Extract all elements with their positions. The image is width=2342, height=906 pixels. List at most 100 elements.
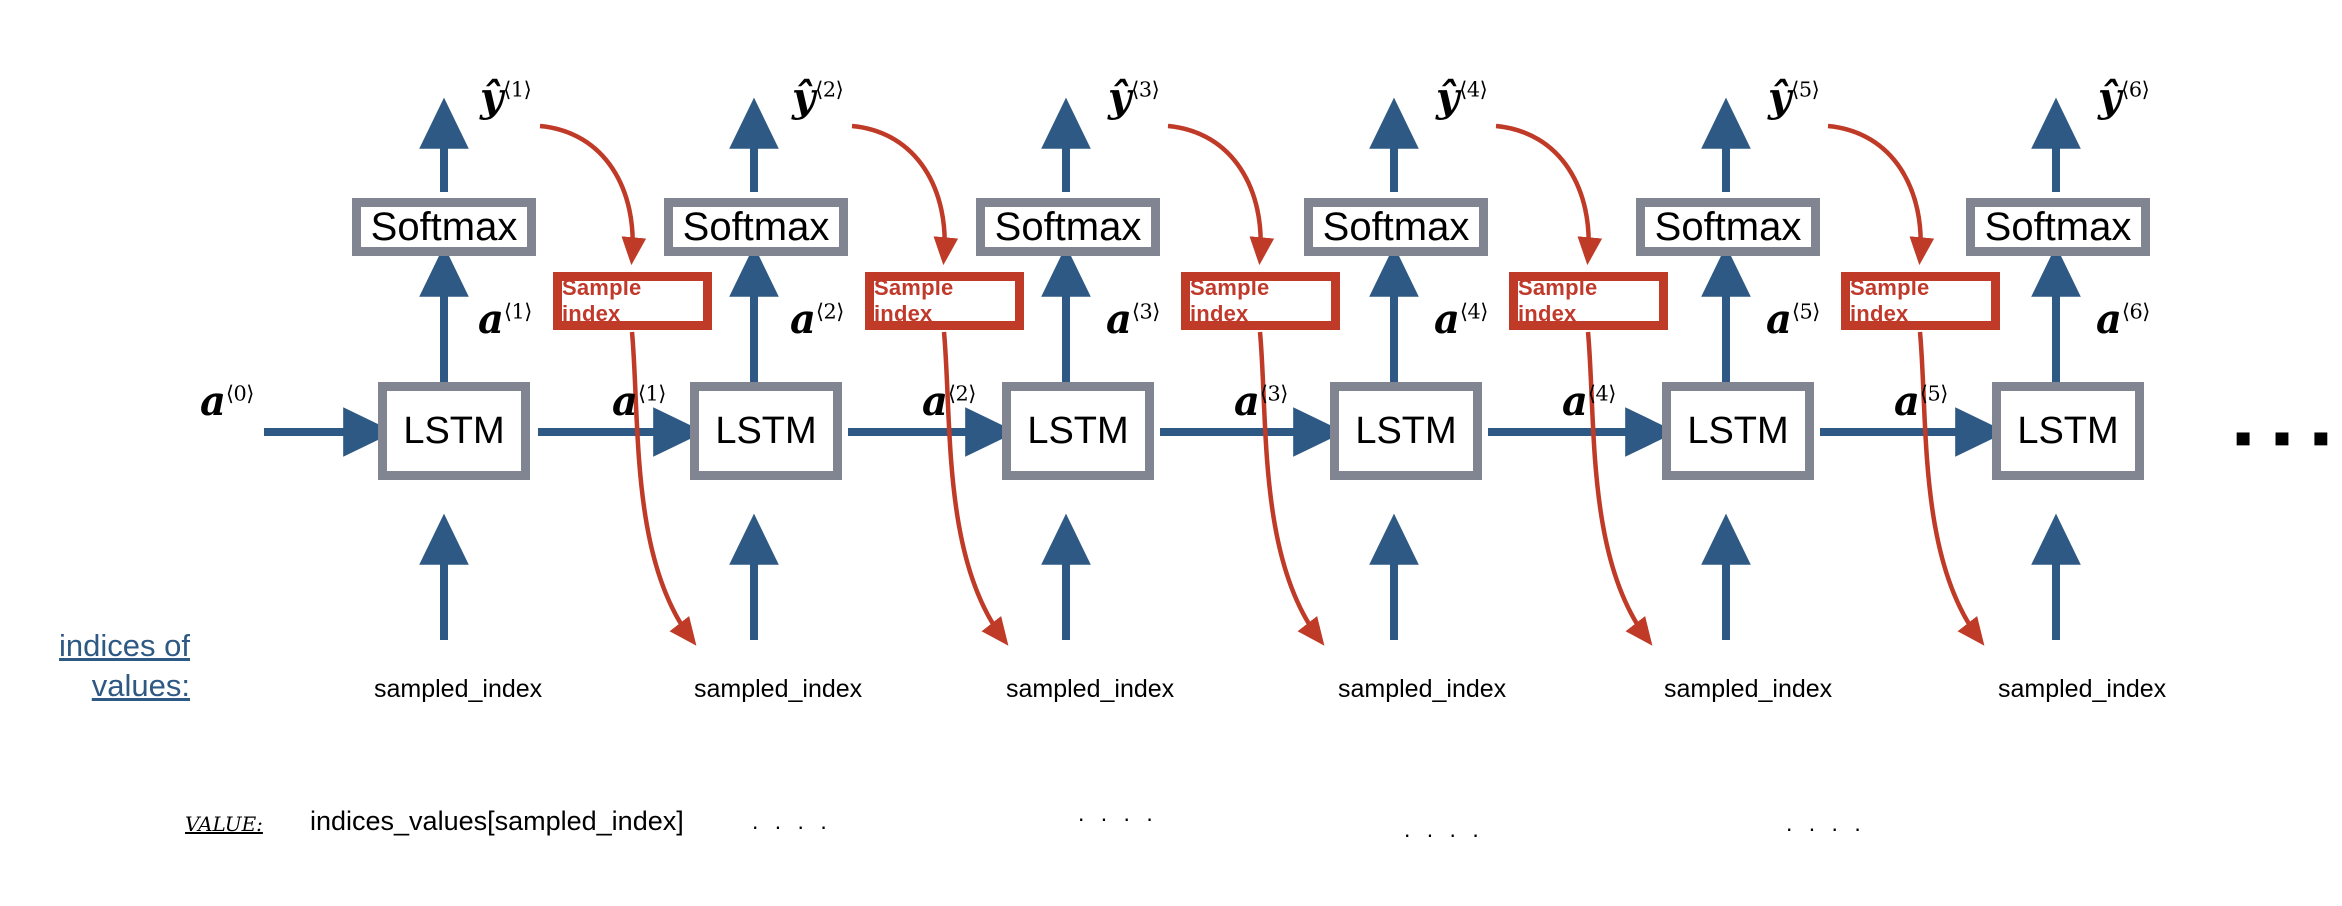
a-superscript: ⟨4⟩ bbox=[1459, 299, 1488, 324]
softmax-box-4[interactable]: Softmax bbox=[1304, 198, 1488, 256]
sampled-index-label-2: sampled_index bbox=[694, 676, 862, 702]
connectors-layer bbox=[264, 97, 2081, 646]
a-base: a bbox=[1234, 378, 1260, 425]
sample-index-label: Sample index bbox=[874, 275, 954, 326]
redcurve-yhat5-to-sample5 bbox=[1827, 123, 1935, 266]
yhat-superscript: ⟨3⟩ bbox=[1131, 77, 1160, 102]
sample-index-box-2[interactable]: Sample index bbox=[865, 272, 1024, 330]
sample-index-label: Sample index bbox=[562, 275, 642, 326]
yhat-label-4: ŷ⟨4⟩ bbox=[1436, 77, 1488, 118]
yhat-base: ŷ bbox=[480, 74, 504, 121]
sample-index-box-4[interactable]: Sample index bbox=[1509, 272, 1668, 330]
indices-line-2: values: bbox=[91, 667, 190, 703]
a-base: a bbox=[1766, 296, 1792, 343]
sample-index-box-1[interactable]: Sample index bbox=[553, 272, 712, 330]
a-side-label-3: a⟨3⟩ bbox=[1234, 382, 1288, 422]
yhat-base: ŷ bbox=[1768, 74, 1792, 121]
softmax-label: Softmax bbox=[1984, 204, 2132, 249]
sample-index-label: Sample index bbox=[1850, 275, 1930, 326]
sampled-index-text: sampled_index bbox=[694, 675, 863, 703]
ellipsis-text: ▪ ▪ ▪ ▪ bbox=[2234, 409, 2342, 467]
ellipsis-text: . . . . bbox=[1786, 810, 1866, 836]
yhat-label-1: ŷ⟨1⟩ bbox=[480, 78, 532, 118]
lstm-label: LSTM bbox=[2017, 409, 2119, 452]
softmax-box-3[interactable]: Softmax bbox=[976, 198, 1160, 256]
a-up-label-1: a⟨1⟩ bbox=[478, 300, 532, 340]
a-superscript: ⟨2⟩ bbox=[815, 299, 844, 324]
sampled-index-label-1: sampled_index bbox=[374, 676, 542, 702]
softmax-label: Softmax bbox=[370, 204, 518, 249]
lstm-box-5[interactable]: LSTM bbox=[1662, 382, 1814, 480]
value-row-ellipsis-4: . . . . bbox=[1786, 810, 1866, 837]
value-row-ellipsis-2: . . . . bbox=[1078, 800, 1158, 827]
sample-index-box-3[interactable]: Sample index bbox=[1181, 272, 1340, 330]
a-superscript: ⟨1⟩ bbox=[503, 299, 532, 324]
sample-index-label: Sample index bbox=[1190, 275, 1270, 326]
a-base: a bbox=[612, 378, 638, 425]
a-up-label-6: a⟨6⟩ bbox=[2096, 300, 2150, 340]
yhat-superscript: ⟨2⟩ bbox=[815, 77, 844, 102]
value-expression-text: indices_values[sampled_index] bbox=[310, 806, 684, 836]
a-side-label-5: a⟨5⟩ bbox=[1894, 382, 1948, 422]
sampled-index-text: sampled_index bbox=[1338, 675, 1507, 703]
ellipsis-text: . . . . bbox=[1078, 800, 1158, 826]
a-up-label-3: a⟨3⟩ bbox=[1106, 300, 1160, 340]
value-expression: indices_values[sampled_index] bbox=[310, 806, 684, 837]
a-side-label-2: a⟨2⟩ bbox=[922, 382, 976, 422]
lstm-box-3[interactable]: LSTM bbox=[1002, 382, 1154, 480]
yhat-superscript: ⟨4⟩ bbox=[1459, 77, 1488, 102]
a-base: a bbox=[2096, 296, 2122, 343]
a-superscript: ⟨3⟩ bbox=[1131, 299, 1160, 324]
softmax-box-2[interactable]: Softmax bbox=[664, 198, 848, 256]
sampled-index-label-5: sampled_index bbox=[1664, 676, 1832, 702]
yhat-label-6: ŷ⟨6⟩ bbox=[2098, 78, 2150, 118]
a-base: a bbox=[922, 378, 948, 425]
softmax-box-5[interactable]: Softmax bbox=[1636, 198, 1820, 256]
yhat-base: ŷ bbox=[2098, 74, 2122, 121]
value-row-label: VALUE: bbox=[185, 812, 263, 836]
yhat-label-5: ŷ⟨5⟩ bbox=[1768, 77, 1820, 118]
redcurve-sample2-to-input3 bbox=[941, 331, 1009, 646]
sample-index-box-5[interactable]: Sample index bbox=[1841, 272, 2000, 330]
yhat-base: ŷ bbox=[1436, 74, 1460, 121]
a-base: a bbox=[1562, 378, 1588, 425]
sampled-index-label-4: sampled_index bbox=[1338, 676, 1506, 702]
lstm-box-2[interactable]: LSTM bbox=[690, 382, 842, 480]
a-base: a bbox=[200, 378, 226, 425]
a-up-label-5: a⟨5⟩ bbox=[1766, 300, 1820, 340]
lstm-box-4[interactable]: LSTM bbox=[1330, 382, 1482, 480]
sampled-index-text: sampled_index bbox=[1664, 675, 1833, 703]
lstm-box-1[interactable]: LSTM bbox=[378, 382, 530, 480]
sampled-index-label-3: sampled_index bbox=[1006, 676, 1174, 702]
indices-line-1: indices of bbox=[59, 628, 190, 663]
a-superscript: ⟨0⟩ bbox=[225, 381, 254, 406]
sampled-index-text: sampled_index bbox=[1006, 675, 1175, 703]
sampled-index-text: sampled_index bbox=[1998, 675, 2167, 703]
redcurve-yhat2-to-sample2 bbox=[851, 123, 959, 266]
redcurve-yhat1-to-sample1 bbox=[539, 123, 647, 266]
lstm-label: LSTM bbox=[1355, 409, 1457, 452]
a0-label: a⟨0⟩ bbox=[200, 382, 254, 422]
softmax-box-6[interactable]: Softmax bbox=[1966, 198, 2150, 256]
a-base: a bbox=[1894, 378, 1920, 425]
lstm-box-6[interactable]: LSTM bbox=[1992, 382, 2144, 480]
a-superscript: ⟨3⟩ bbox=[1259, 381, 1288, 406]
lstm-label: LSTM bbox=[1687, 409, 1789, 452]
sampled-index-text: sampled_index bbox=[374, 675, 543, 703]
lstm-label: LSTM bbox=[1027, 409, 1129, 452]
redcurve-yhat3-to-sample3 bbox=[1167, 123, 1275, 266]
softmax-box-1[interactable]: Softmax bbox=[352, 198, 536, 256]
softmax-label: Softmax bbox=[682, 204, 830, 249]
redcurve-sample4-to-input5 bbox=[1585, 331, 1653, 646]
yhat-superscript: ⟨5⟩ bbox=[1791, 77, 1820, 102]
a-up-label-4: a⟨4⟩ bbox=[1434, 300, 1488, 340]
yhat-base: ŷ bbox=[1108, 74, 1132, 121]
softmax-label: Softmax bbox=[1654, 204, 1802, 249]
a-base: a bbox=[478, 296, 504, 343]
a-side-label-4: a⟨4⟩ bbox=[1562, 382, 1616, 422]
a-up-label-2: a⟨2⟩ bbox=[790, 300, 844, 340]
softmax-label: Softmax bbox=[1322, 204, 1470, 249]
a-side-label-1: a⟨1⟩ bbox=[612, 382, 666, 422]
value-label-text: VALUE: bbox=[185, 812, 263, 836]
redcurve-sample1-to-input2 bbox=[629, 331, 697, 646]
